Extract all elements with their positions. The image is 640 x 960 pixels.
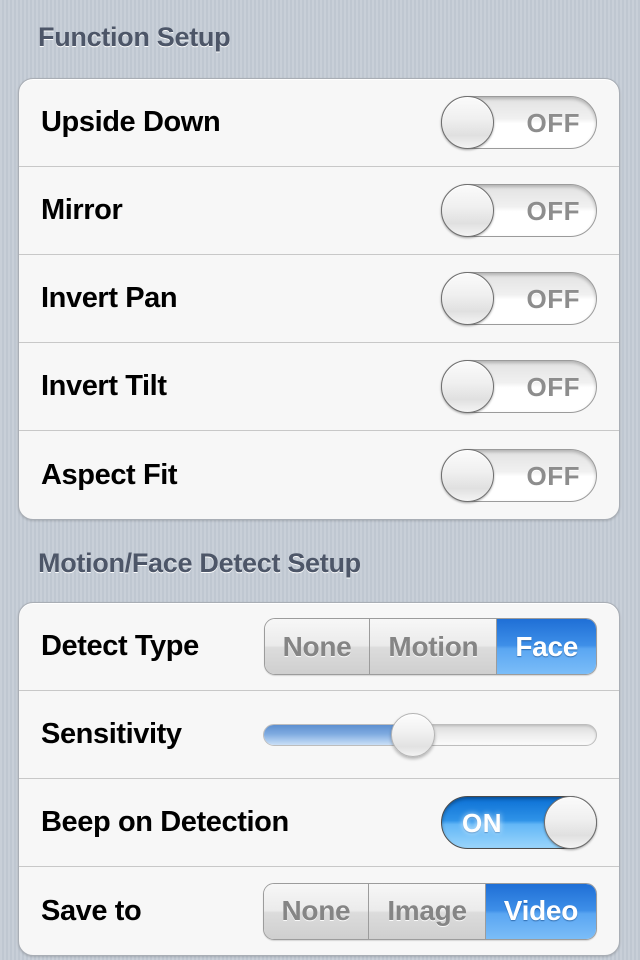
row-control-save-to: None Image Video bbox=[262, 882, 597, 940]
row-detect-type[interactable]: Detect Type None Motion Face bbox=[19, 603, 619, 691]
toggle-state-label: OFF bbox=[526, 460, 580, 491]
toggle-state-label: OFF bbox=[526, 284, 580, 314]
toggle-state-label: ON bbox=[462, 808, 502, 838]
row-control-beep-on-detection: ON bbox=[441, 796, 597, 849]
segmented-control-detect-type[interactable]: None Motion Face bbox=[263, 618, 597, 675]
panel-motion-face-detect-setup: Detect Type None Motion Face Sensitivity bbox=[18, 602, 620, 956]
segment-save-to-none[interactable]: None bbox=[263, 883, 370, 939]
row-mirror[interactable]: Mirror OFF bbox=[19, 167, 619, 255]
toggle-knob-icon bbox=[441, 184, 494, 237]
panel-function-setup: Upside Down OFF Mirror OFF Invert Pan OF… bbox=[18, 78, 620, 520]
toggle-invert-tilt[interactable]: OFF bbox=[441, 360, 597, 413]
segment-detect-type-none[interactable]: None bbox=[264, 619, 371, 674]
toggle-aspect-fit[interactable]: OFF bbox=[441, 448, 597, 502]
row-control-invert-tilt: OFF bbox=[441, 360, 597, 413]
toggle-invert-pan[interactable]: OFF bbox=[441, 272, 597, 325]
row-label-beep-on-detection: Beep on Detection bbox=[41, 806, 289, 838]
slider-sensitivity[interactable] bbox=[263, 712, 597, 758]
row-control-detect-type: None Motion Face bbox=[263, 618, 597, 675]
row-sensitivity[interactable]: Sensitivity bbox=[19, 691, 619, 779]
row-label-invert-tilt: Invert Tilt bbox=[41, 370, 167, 402]
row-label-invert-pan: Invert Pan bbox=[41, 282, 178, 314]
toggle-knob-icon bbox=[544, 796, 597, 849]
row-label-detect-type: Detect Type bbox=[41, 630, 199, 662]
row-label-upside-down: Upside Down bbox=[41, 106, 221, 138]
toggle-knob-icon bbox=[441, 448, 494, 502]
row-upside-down[interactable]: Upside Down OFF bbox=[19, 79, 619, 167]
segment-save-to-video[interactable]: Video bbox=[485, 883, 596, 939]
row-invert-tilt[interactable]: Invert Tilt OFF bbox=[19, 343, 619, 431]
toggle-knob-icon bbox=[441, 360, 494, 413]
row-label-mirror: Mirror bbox=[41, 194, 123, 226]
segment-detect-type-motion[interactable]: Motion bbox=[370, 619, 498, 674]
segment-save-to-image[interactable]: Image bbox=[369, 883, 486, 939]
row-control-aspect-fit: OFF bbox=[441, 448, 597, 502]
row-control-invert-pan: OFF bbox=[441, 272, 597, 325]
row-control-upside-down: OFF bbox=[441, 96, 597, 149]
toggle-state-label: OFF bbox=[526, 372, 580, 402]
segmented-control-save-to[interactable]: None Image Video bbox=[262, 882, 597, 940]
toggle-knob-icon bbox=[441, 272, 494, 325]
toggle-knob-icon bbox=[441, 96, 494, 149]
toggle-state-label: OFF bbox=[526, 196, 580, 226]
row-control-sensitivity bbox=[263, 712, 597, 758]
row-aspect-fit[interactable]: Aspect Fit OFF bbox=[19, 431, 619, 519]
toggle-mirror[interactable]: OFF bbox=[441, 184, 597, 237]
slider-thumb[interactable] bbox=[391, 712, 436, 757]
settings-screen: Function Setup Upside Down OFF Mirror OF… bbox=[0, 0, 640, 960]
row-save-to[interactable]: Save to None Image Video bbox=[19, 867, 619, 955]
section-header-function-setup: Function Setup bbox=[38, 22, 231, 52]
toggle-state-label: OFF bbox=[526, 108, 580, 138]
toggle-upside-down[interactable]: OFF bbox=[441, 96, 597, 149]
row-label-sensitivity: Sensitivity bbox=[41, 718, 182, 750]
row-beep-on-detection[interactable]: Beep on Detection ON bbox=[19, 779, 619, 867]
row-invert-pan[interactable]: Invert Pan OFF bbox=[19, 255, 619, 343]
segment-detect-type-face[interactable]: Face bbox=[497, 619, 596, 674]
row-control-mirror: OFF bbox=[441, 184, 597, 237]
row-label-aspect-fit: Aspect Fit bbox=[41, 458, 178, 491]
row-label-save-to: Save to bbox=[41, 894, 142, 927]
toggle-beep-on-detection[interactable]: ON bbox=[441, 796, 597, 849]
section-header-motion-face-detect-setup: Motion/Face Detect Setup bbox=[38, 548, 361, 578]
